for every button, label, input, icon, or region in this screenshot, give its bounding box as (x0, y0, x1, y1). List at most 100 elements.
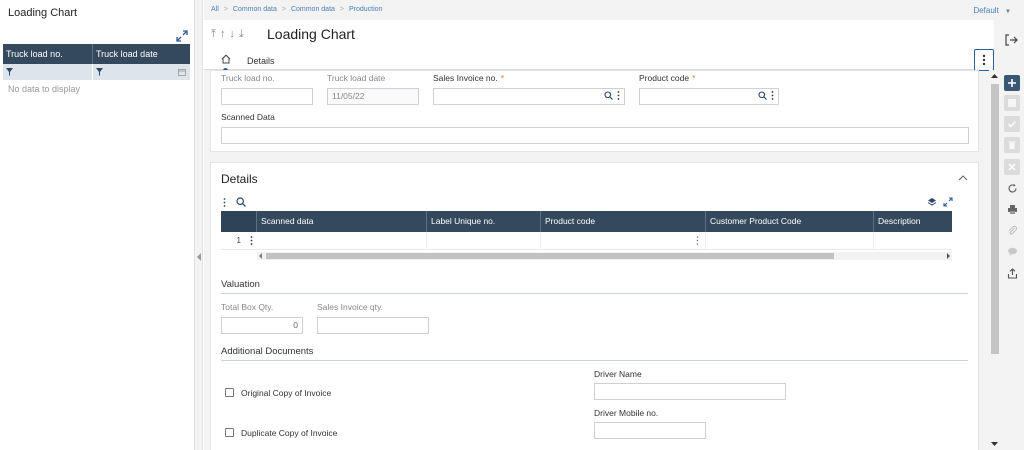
column-label-unique-no[interactable]: Label Unique no. (427, 211, 541, 232)
trash-icon (1008, 141, 1016, 149)
save-button[interactable] (1004, 95, 1020, 111)
search-icon[interactable] (758, 91, 767, 100)
top-bar: All > Common data > Common data > Produc… (204, 0, 1024, 20)
filter-cell[interactable] (93, 64, 190, 80)
sales-invoice-no-label: Sales Invoice no. * (433, 73, 504, 83)
details-section-title: Details (221, 172, 258, 186)
filter-icon[interactable] (6, 68, 13, 76)
chevron-up-icon[interactable] (958, 174, 968, 182)
expand-icon[interactable] (176, 30, 188, 42)
required-marker: * (692, 73, 696, 83)
kebab-icon[interactable] (696, 236, 699, 245)
sales-invoice-no-field[interactable] (433, 88, 625, 105)
form-scroll-area: Truck load no. Truck load date 11/05/22 … (204, 70, 994, 450)
left-column-truck-load-no[interactable]: Truck load no. (3, 44, 93, 64)
panel-splitter[interactable] (195, 0, 203, 450)
truck-load-no-field[interactable] (221, 88, 313, 105)
horizontal-scrollbar[interactable] (257, 252, 952, 260)
section-divider (221, 293, 968, 294)
delete-button[interactable] (1004, 137, 1020, 153)
scroll-up-icon[interactable] (991, 73, 998, 78)
filter-icon[interactable] (96, 68, 103, 76)
kebab-icon[interactable] (617, 91, 620, 100)
first-record-icon[interactable]: ⤒ (211, 28, 216, 41)
comment-button[interactable] (1004, 243, 1020, 259)
plus-icon (1008, 79, 1016, 87)
scroll-left-icon[interactable] (258, 253, 263, 259)
next-record-icon[interactable]: ↓ (229, 28, 235, 41)
row-number: 1 (236, 236, 241, 245)
vertical-scrollbar[interactable] (989, 70, 1000, 450)
kebab-icon[interactable] (223, 197, 226, 207)
search-icon[interactable] (236, 197, 246, 207)
left-grid-header: Truck load no. Truck load date (3, 44, 190, 64)
table-row[interactable]: 1 (221, 232, 952, 250)
cancel-button[interactable] (1004, 159, 1020, 175)
scrollbar-thumb[interactable] (266, 253, 834, 259)
kebab-icon (982, 54, 986, 66)
attachment-button[interactable] (1004, 222, 1020, 238)
kebab-icon[interactable] (771, 91, 774, 100)
expand-icon[interactable] (943, 197, 953, 207)
add-button[interactable] (1004, 75, 1020, 91)
column-product-code[interactable]: Product code (541, 211, 706, 232)
table-cell[interactable] (427, 232, 541, 250)
breadcrumb-item[interactable]: Production (349, 6, 382, 13)
driver-name-label: Driver Name (594, 369, 642, 379)
layers-icon[interactable] (927, 197, 937, 207)
scanned-data-field[interactable] (221, 127, 969, 144)
product-code-label: Product code * (639, 73, 695, 83)
table-cell[interactable] (257, 232, 427, 250)
left-grid-filter-row (3, 64, 190, 80)
driver-mobile-field[interactable] (594, 422, 706, 439)
table-cell[interactable] (874, 232, 952, 250)
product-code-field[interactable] (639, 88, 779, 105)
details-card: Details Scanned data Label Unique no. Pr… (210, 162, 979, 450)
last-record-icon[interactable]: ⤓ (239, 28, 244, 41)
sales-invoice-qty-field[interactable] (317, 317, 429, 334)
search-icon[interactable] (604, 91, 613, 100)
grid-corner-cell (221, 211, 257, 232)
filter-cell[interactable] (3, 64, 93, 80)
tab-details[interactable]: Details (247, 56, 275, 66)
collapse-arrow-icon[interactable] (197, 253, 201, 261)
driver-name-field[interactable] (594, 383, 786, 400)
left-panel: Loading Chart Truck load no. Truck load … (0, 0, 195, 450)
previous-record-icon[interactable]: ↑ (220, 28, 226, 41)
refresh-button[interactable] (1004, 180, 1020, 196)
left-column-truck-load-date[interactable]: Truck load date (93, 44, 190, 64)
column-description[interactable]: Description (874, 211, 952, 232)
share-button[interactable] (1004, 265, 1020, 281)
column-customer-product-code[interactable]: Customer Product Code (706, 211, 874, 232)
breadcrumb-item[interactable]: Common data (233, 6, 277, 13)
print-button[interactable] (1004, 201, 1020, 217)
breadcrumb-item[interactable]: All (211, 6, 219, 13)
exit-icon[interactable] (1004, 33, 1018, 47)
table-cell[interactable] (541, 232, 706, 250)
duplicate-copy-label: Duplicate Copy of Invoice (241, 428, 338, 438)
calendar-icon[interactable] (178, 68, 186, 76)
column-scanned-data[interactable]: Scanned data (257, 211, 427, 232)
table-cell[interactable] (706, 232, 874, 250)
duplicate-copy-checkbox[interactable] (225, 428, 234, 437)
view-selector[interactable]: Default ▼ (973, 6, 1011, 15)
scrollbar-thumb[interactable] (991, 84, 999, 354)
sales-invoice-no-label-text: Sales Invoice no. (433, 73, 498, 83)
record-navigation: ⤒ ↑ ↓ ⤓ (211, 28, 244, 41)
original-copy-label: Original Copy of Invoice (241, 388, 332, 398)
scroll-right-icon[interactable] (946, 253, 951, 259)
kebab-icon[interactable] (250, 236, 253, 245)
row-actions[interactable] (245, 232, 257, 249)
sales-invoice-qty-label: Sales Invoice qty. (317, 302, 383, 312)
original-copy-checkbox[interactable] (225, 388, 234, 397)
field-actions (604, 91, 620, 100)
breadcrumb-item[interactable]: Common data (291, 6, 335, 13)
scroll-down-icon[interactable] (991, 442, 998, 447)
valuation-section-title: Valuation (221, 279, 260, 290)
printer-icon (1007, 204, 1017, 214)
validate-button[interactable] (1004, 116, 1020, 132)
total-box-qty-field[interactable]: 0 (221, 317, 303, 334)
home-icon[interactable] (221, 54, 231, 64)
total-box-qty-label: Total Box Qty. (221, 302, 274, 312)
more-actions-button[interactable] (974, 49, 994, 71)
